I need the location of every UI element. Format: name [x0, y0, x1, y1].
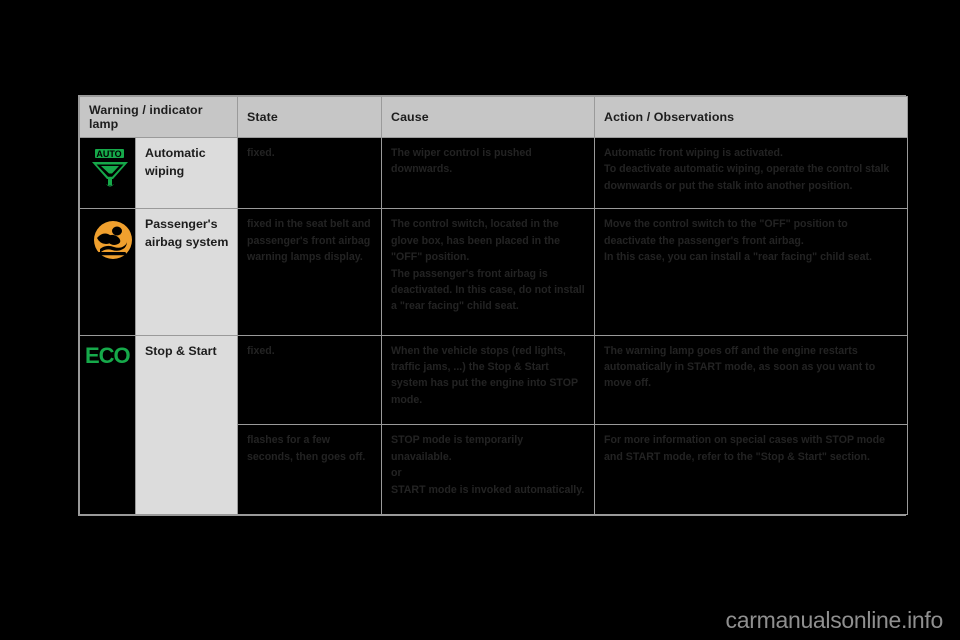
cause-line-2: or — [391, 467, 402, 480]
lamp-label-line2: airbag system — [145, 235, 229, 250]
cause-cell-stop-start-fixed: When the vehicle stops (red lights, traf… — [381, 334, 596, 426]
lamp-label-line1: Passenger's — [145, 217, 218, 232]
cause-cell-stop-start-flashing: STOP mode is temporarily unavailable. or… — [381, 424, 596, 515]
action-line-2: To deactivate automatic wiping, operate … — [604, 163, 890, 192]
warning-lamp-table: Warning / indicator lamp State Cause Act… — [78, 96, 909, 516]
action-cell-passenger-airbag: Move the control switch to the "OFF" pos… — [594, 208, 909, 336]
state-cell-passenger-airbag: fixed in the seat belt and passenger's f… — [237, 208, 383, 336]
action-cell-auto-wiping: Automatic front wiping is activated. To … — [594, 136, 909, 210]
auto-wiper-icon: AUTO — [88, 145, 138, 193]
cause-line-2: The passenger's front airbag is deactiva… — [391, 267, 585, 313]
lamp-label-line2: wiping — [145, 163, 185, 178]
icon-cell-passenger-airbag — [79, 208, 138, 336]
action-line-1: Move the control switch to the "OFF" pos… — [604, 218, 848, 247]
lamp-name-passenger-airbag: Passenger's airbag system — [134, 208, 239, 336]
lamp-label-line1: Stop & Start — [145, 343, 217, 358]
action-cell-stop-start-fixed: The warning lamp goes off and the engine… — [594, 334, 909, 426]
page-root: Warning / indicator lamp State Cause Act… — [0, 0, 960, 640]
action-cell-stop-start-flashing: For more information on special cases wi… — [594, 424, 909, 515]
table-row: ECO Stop & Start fixed. When the vehicle… — [79, 334, 909, 516]
cause-line-1: The control switch, located in the glove… — [391, 218, 560, 264]
action-line-2: In this case, you can install a "rear fa… — [604, 251, 872, 264]
cause-cell-auto-wiping: The wiper control is pushed downwards. — [381, 136, 596, 210]
lamp-label-line1: Automatic — [145, 146, 206, 160]
state-cell-stop-start-flashing: flashes for a few seconds, then goes off… — [237, 424, 383, 515]
site-watermark: carmanualsonline.info — [725, 607, 944, 633]
table-row: Passenger's airbag system fixed in the s… — [79, 208, 909, 336]
warning-lamp-table-container: Warning / indicator lamp State Cause Act… — [78, 95, 909, 516]
action-line-1: Automatic front wiping is activated. — [604, 147, 783, 159]
svg-text:AUTO: AUTO — [96, 149, 121, 159]
table-header-row: Warning / indicator lamp State Cause Act… — [78, 96, 909, 138]
icon-cell-stop-start: ECO — [79, 334, 136, 516]
cause-line-3: START mode is invoked automatically. — [391, 483, 585, 496]
state-cell-stop-start-fixed: fixed. — [237, 334, 383, 426]
column-header-action: Action / Observations — [594, 96, 909, 138]
cause-line-1: STOP mode is temporarily unavailable. — [391, 434, 524, 463]
passenger-airbag-icon — [88, 216, 138, 264]
state-cell-auto-wiping: fixed. — [237, 136, 383, 210]
icon-cell-auto-wiping: AUTO — [79, 136, 138, 210]
cause-cell-passenger-airbag: The control switch, located in the glove… — [381, 208, 596, 336]
table-row: AUTO Automatic wiping fixed. The wiper c… — [79, 136, 909, 210]
column-header-warning-lamp: Warning / indicator lamp — [78, 96, 239, 138]
column-header-cause: Cause — [381, 96, 596, 138]
column-header-state: State — [237, 96, 383, 138]
lamp-name-auto-wiping: Automatic wiping — [134, 136, 239, 210]
eco-stop-start-icon: ECO — [85, 342, 131, 368]
lamp-name-stop-start: Stop & Start — [134, 334, 239, 516]
